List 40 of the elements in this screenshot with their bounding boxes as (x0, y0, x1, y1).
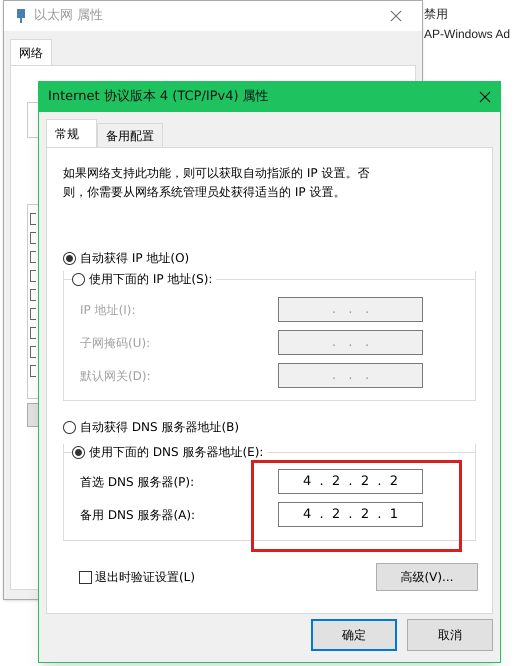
tab[interactable]: 常规 (46, 119, 97, 147)
network-adapter-icon (16, 8, 26, 24)
checkbox-icon (30, 365, 36, 377)
checkbox-icon (30, 251, 36, 263)
radio-label: 使用下面的 DNS 服务器地址(E): (89, 444, 264, 461)
radio-button[interactable] (63, 252, 76, 264)
checkbox[interactable] (79, 570, 92, 584)
tab[interactable]: 网络 (10, 39, 52, 65)
radio-button[interactable] (72, 272, 85, 286)
checkbox-icon (30, 270, 36, 282)
window-title: 以太网 属性 (34, 7, 104, 26)
desktop-text: AP-Windows Ad (424, 26, 510, 43)
close-icon[interactable] (390, 10, 402, 22)
dialog-button[interactable]: 确定 (311, 619, 397, 651)
description-text: 如果网络支持此功能，则可以获取自动指派的 IP 设置。否则，你需要从网络系统管理员处获得适当的 IP 设置。 (63, 165, 370, 201)
checkbox-icon (30, 213, 36, 225)
radio-button[interactable] (63, 420, 76, 434)
checkbox-icon (30, 289, 36, 301)
close-icon[interactable] (479, 91, 491, 103)
radio-label: 使用下面的 IP 地址(S): (89, 271, 212, 288)
checkbox-icon (30, 346, 36, 358)
dialog-title: Internet 协议版本 4 (TCP/IPv4) 属性 (48, 88, 269, 106)
checkbox-icon (30, 308, 36, 320)
advanced-button[interactable]: 高级(V)... (376, 563, 478, 591)
desktop-text: 禁用 (424, 6, 449, 23)
field-label: 子网掩码(U): (80, 334, 150, 352)
radio-label: 自动获得 IP 地址(O) (80, 250, 190, 267)
field-label: 默认网关(D): (80, 368, 151, 384)
field-label: IP 地址(I): (80, 302, 136, 318)
checkbox-icon (30, 232, 36, 244)
checkbox-icon (30, 327, 36, 339)
field-label: 备用 DNS 服务器(A): (80, 506, 196, 524)
radio-button[interactable] (72, 446, 85, 458)
tab[interactable]: 备用配置 (97, 123, 163, 147)
ip-address-field[interactable]: 4 . 2 . 2 . 2 (278, 469, 423, 494)
field-label: 首选 DNS 服务器(P): (80, 474, 194, 490)
checkbox-label: 退出时验证设置(L) (95, 569, 196, 586)
dialog-button[interactable]: 取消 (407, 619, 493, 651)
ip-address-field[interactable]: 4 . 2 . 2 . 1 (278, 502, 423, 527)
radio-label: 自动获得 DNS 服务器地址(B) (80, 419, 240, 436)
